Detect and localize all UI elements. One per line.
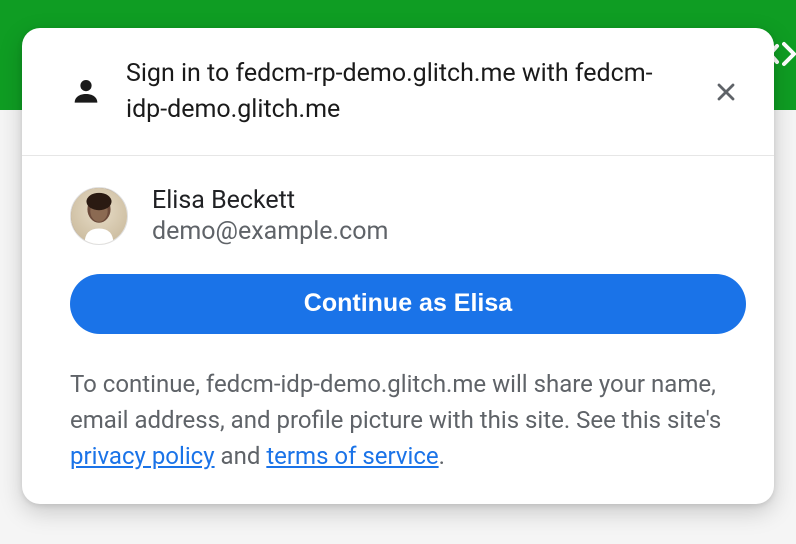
user-icon — [70, 76, 102, 108]
dialog-body: Elisa Beckett demo@example.com Continue … — [22, 156, 774, 504]
account-name: Elisa Beckett — [152, 186, 388, 215]
account-email: demo@example.com — [152, 217, 388, 246]
disclaimer-prefix: To continue, fedcm-idp-demo.glitch.me wi… — [70, 370, 721, 434]
disclaimer-suffix: . — [439, 442, 445, 470]
continue-button[interactable]: Continue as Elisa — [70, 274, 746, 334]
fedcm-signin-dialog: Sign in to fedcm-rp-demo.glitch.me with … — [22, 28, 774, 504]
dialog-header: Sign in to fedcm-rp-demo.glitch.me with … — [22, 28, 774, 156]
privacy-policy-link[interactable]: privacy policy — [70, 442, 215, 470]
disclaimer-text: To continue, fedcm-idp-demo.glitch.me wi… — [70, 366, 750, 474]
account-row: Elisa Beckett demo@example.com — [70, 186, 750, 246]
disclaimer-middle: and — [215, 442, 267, 470]
chevron-right-icon — [782, 32, 796, 76]
dialog-title: Sign in to fedcm-rp-demo.glitch.me with … — [126, 56, 682, 129]
close-icon — [714, 80, 738, 104]
close-button[interactable] — [706, 72, 746, 112]
terms-of-service-link[interactable]: terms of service — [266, 442, 438, 470]
account-info: Elisa Beckett demo@example.com — [152, 186, 388, 246]
avatar — [70, 187, 128, 245]
